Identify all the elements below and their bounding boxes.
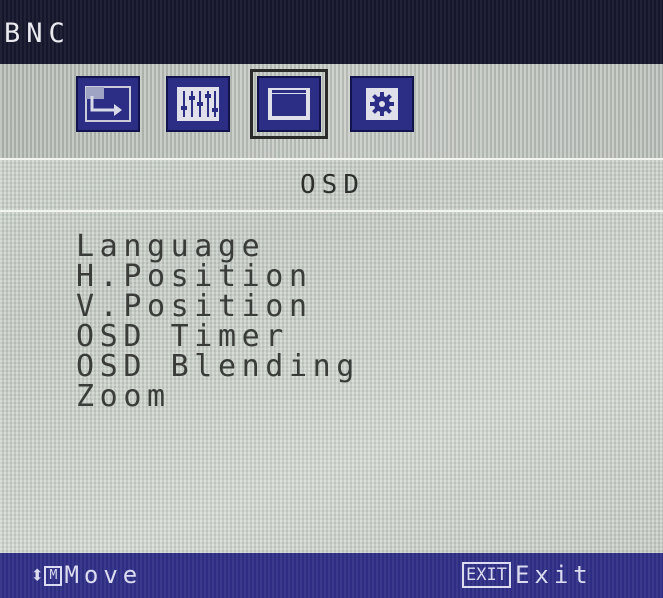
menu-item-osd-timer[interactable]: OSD Timer xyxy=(76,322,360,352)
up-down-arrows-icon: ⬍ xyxy=(30,561,45,589)
tab-color-adjust[interactable] xyxy=(166,76,230,132)
osd-menu: Language H.Position V.Position OSD Timer… xyxy=(76,232,360,412)
input-source-icon xyxy=(85,86,131,122)
osd-screen: BNC OSD Language H.Position V.Position O… xyxy=(0,0,663,598)
menu-item-zoom[interactable]: Zoom xyxy=(76,382,360,412)
osd-window-icon xyxy=(268,88,310,120)
menu-item-h-position[interactable]: H.Position xyxy=(76,262,360,292)
tab-input-source[interactable] xyxy=(76,76,140,132)
gear-icon xyxy=(366,88,398,120)
menu-item-v-position[interactable]: V.Position xyxy=(76,292,360,322)
move-label: Move xyxy=(64,561,143,589)
divider-bottom xyxy=(0,210,663,212)
section-title: OSD xyxy=(300,170,365,200)
exit-hint[interactable]: EXIT Exit xyxy=(462,560,593,590)
tab-osd[interactable] xyxy=(250,69,328,139)
menu-item-language[interactable]: Language xyxy=(76,232,360,262)
window-title: BNC xyxy=(4,18,71,49)
exit-key-icon: EXIT xyxy=(462,562,511,588)
move-key-icon: M xyxy=(44,566,63,586)
title-bar: BNC xyxy=(0,0,663,64)
menu-item-osd-blending[interactable]: OSD Blending xyxy=(76,352,360,382)
exit-label: Exit xyxy=(514,561,593,589)
move-hint: ⬍ M Move xyxy=(30,560,142,590)
sliders-icon xyxy=(177,87,219,121)
tab-setup[interactable] xyxy=(350,76,414,132)
